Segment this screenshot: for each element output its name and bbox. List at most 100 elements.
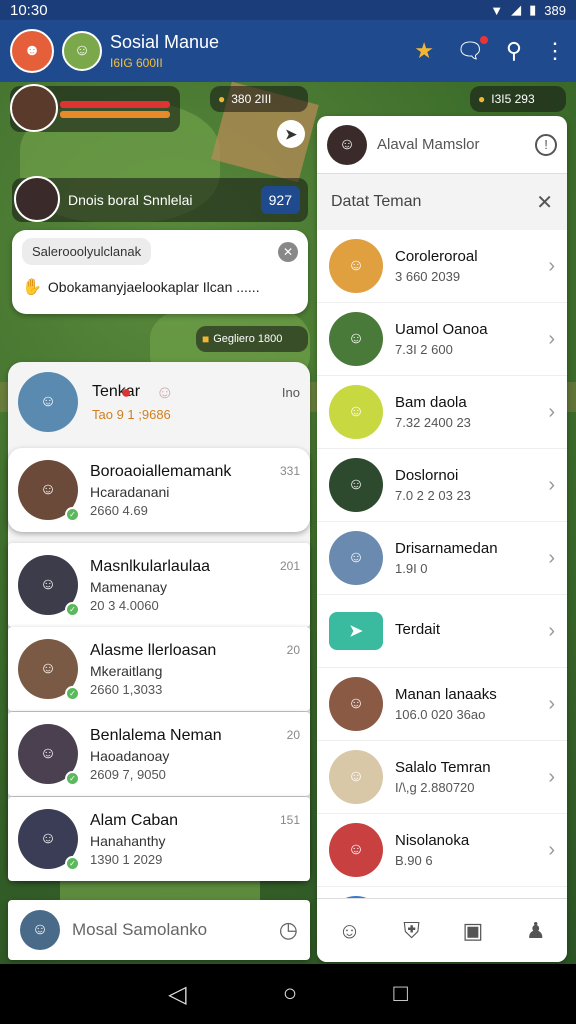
notification-dot bbox=[479, 36, 488, 44]
chat-user-avatar bbox=[14, 176, 60, 222]
friend-meta: 2609 7, 9050 bbox=[90, 766, 166, 782]
friend-avatar: ☺ bbox=[329, 312, 383, 366]
top-counter: ● 380 2III bbox=[210, 86, 308, 112]
friend-avatar: ☺ bbox=[329, 750, 383, 804]
friend-name: Benlalema Neman bbox=[90, 726, 222, 744]
friend-row[interactable]: ☺ Salalo Temran I/\,g 2.880720 › bbox=[317, 741, 567, 814]
friend-avatar: ☺ bbox=[329, 531, 383, 585]
friend-status: Haoadanoay bbox=[90, 747, 170, 764]
badge-icon: ■ bbox=[202, 332, 210, 346]
friend-name: Uamol Oanoa bbox=[395, 321, 488, 338]
chat-user-bar[interactable]: Dnois boral Snnlelai 927 bbox=[12, 176, 308, 222]
right-header[interactable]: ☺ Alaval Mamslor ! bbox=[317, 116, 567, 174]
emoji-icon: ☺ bbox=[155, 381, 175, 402]
friend-name: Drisarnamedan bbox=[395, 540, 498, 557]
friend-time: 151 bbox=[279, 813, 300, 827]
friend-row[interactable]: ☺ Manan lanaaks 106.0 020 36ao › bbox=[317, 668, 567, 741]
fire-icon: ● bbox=[120, 381, 132, 402]
chevron-right-icon: › bbox=[548, 692, 555, 715]
right-counter-value: I3I5 293 bbox=[491, 92, 535, 106]
status-time: 10:30 bbox=[10, 1, 48, 19]
top-counter-value: 380 2III bbox=[231, 92, 272, 106]
message-input[interactable]: Mosal Samolanko bbox=[72, 920, 207, 940]
shield-icon[interactable]: ⛨ bbox=[403, 918, 420, 944]
profile-icon[interactable]: ♟ bbox=[526, 918, 546, 944]
chevron-right-icon: › bbox=[548, 838, 555, 861]
self-avatar: ☺ bbox=[20, 910, 60, 950]
right-counter: ● I3I5 293 bbox=[470, 86, 566, 112]
compass-button[interactable]: ➤ bbox=[277, 120, 305, 148]
friend-list-panel: ☺ Alaval Mamslor ! Datat Teman ✕ ☺ Corole… bbox=[317, 116, 567, 962]
chevron-right-icon: › bbox=[548, 765, 555, 788]
back-icon[interactable]: ◁ bbox=[168, 980, 186, 1009]
app-subtitle: I6IG 600II bbox=[110, 56, 163, 70]
friend-row[interactable]: ☺ Drisarnamedan 1.9I 0 › bbox=[317, 522, 567, 595]
chevron-right-icon: › bbox=[548, 254, 555, 277]
system-nav-bar: ◁ ○ □ bbox=[0, 964, 576, 1024]
user-avatar[interactable]: ☺ bbox=[62, 31, 102, 71]
battery-icon: ▮ bbox=[529, 2, 537, 17]
game-badge[interactable]: ■ Gegliero 1800 bbox=[196, 326, 308, 352]
photo-icon[interactable]: ▣ bbox=[463, 918, 484, 944]
app-logo-avatar[interactable]: ☻ bbox=[10, 29, 54, 73]
friend-card[interactable]: ☺ ✓ Boroaoiallemamank Hcaradanani 2660 4.69 3… bbox=[8, 448, 310, 532]
friend-time: 20 bbox=[286, 643, 300, 657]
friend-time: 20 bbox=[286, 728, 300, 742]
friend-status: Hanahanthy bbox=[90, 832, 166, 849]
popup-input[interactable]: Salerooolyulclanak bbox=[22, 238, 152, 265]
home-circle-icon[interactable]: ○ bbox=[283, 980, 298, 1008]
friend-avatar: ☺ bbox=[329, 385, 383, 439]
friend-name: Manan lanaaks bbox=[395, 686, 497, 703]
friend-meta: 7.3I 2 600 bbox=[395, 342, 453, 357]
online-check-icon: ✓ bbox=[65, 507, 80, 522]
friend-avatar: ☺ bbox=[329, 458, 383, 512]
friend-name: Alasme llerloasan bbox=[90, 641, 217, 659]
chevron-right-icon: › bbox=[548, 473, 555, 496]
app-bar: ☻ ☺ Sosial Manue I6IG 600II ★ 🗨 ⚲ ⋮ bbox=[0, 20, 576, 82]
chevron-right-icon: › bbox=[548, 619, 555, 642]
chat-icon[interactable]: 🗨 bbox=[456, 36, 488, 64]
friend-row[interactable]: ☺ Doslornoi 7.0 2 2 03 23 › bbox=[317, 449, 567, 522]
player-avatar[interactable] bbox=[10, 84, 58, 132]
friend-card[interactable]: ☺ ✓ Benlalema Neman Haoadanoay 2609 7, 9050 2… bbox=[8, 712, 310, 796]
close-panel-icon[interactable]: ✕ bbox=[536, 190, 553, 215]
home-icon[interactable]: ☺ bbox=[338, 918, 360, 944]
online-check-icon: ✓ bbox=[65, 602, 80, 617]
gem-icon: ● bbox=[478, 92, 486, 106]
recents-icon[interactable]: □ bbox=[393, 980, 408, 1008]
status-bar: 10:30 ▼ ◢ ▮ 389 bbox=[0, 0, 576, 20]
left-list-header[interactable]: ☺ Tenkar Tao 9 1 ;9686 ● ☺ Ino bbox=[8, 362, 310, 442]
chat-user-name: Dnois boral Snnlelai bbox=[68, 192, 193, 208]
info-icon[interactable]: ! bbox=[535, 133, 557, 156]
star-icon[interactable]: ★ bbox=[414, 38, 434, 64]
friend-name: Masnlkularlaulaa bbox=[90, 557, 211, 575]
friend-name: Doslornoi bbox=[395, 467, 459, 484]
friend-card[interactable]: ☺ ✓ Alam Caban Hanahanthy 1390 1 2029 151 bbox=[8, 797, 310, 881]
friend-card[interactable]: ☺ ✓ Alasme llerloasan Mkeraitlang 2660 1,303… bbox=[8, 627, 310, 711]
right-title-bar: Datat Teman ✕ bbox=[317, 174, 567, 230]
wifi-icon: ▼ bbox=[490, 2, 504, 18]
friend-meta: 20 3 4.0060 bbox=[90, 597, 159, 613]
friend-row[interactable]: ☺ Coroleroroal 3 660 2039 › bbox=[317, 230, 567, 303]
chevron-right-icon: › bbox=[548, 400, 555, 423]
friend-row[interactable]: ➤ Terdait › bbox=[317, 595, 567, 668]
search-icon[interactable]: ⚲ bbox=[506, 38, 522, 64]
chat-popup: Salerooolyulclanak ✕ ✋ Obokamanyjaelooka… bbox=[12, 230, 308, 314]
friend-meta: 2660 4.69 bbox=[90, 502, 148, 518]
friend-meta: 7.32 2400 23 bbox=[395, 415, 471, 430]
friend-row[interactable]: ☺ Nisolanoka B.90 6 › bbox=[317, 814, 567, 887]
friend-name: Salalo Temran bbox=[395, 759, 491, 776]
friend-row[interactable]: ☺ Bam daola 7.32 2400 23 › bbox=[317, 376, 567, 449]
popup-message: Obokamanyjaelookaplar Ilcan ...... bbox=[47, 279, 260, 295]
more-icon[interactable]: ⋮ bbox=[544, 38, 566, 64]
chat-count: 927 bbox=[260, 186, 300, 214]
close-icon[interactable]: ✕ bbox=[278, 241, 298, 262]
clock-icon[interactable]: ◷ bbox=[279, 917, 298, 943]
player-hud bbox=[10, 84, 180, 132]
right-tab-bar: ☺ ⛨ ▣ ♟ bbox=[317, 898, 567, 962]
battery-level: 389 bbox=[544, 2, 566, 18]
friend-avatar: ☺ bbox=[329, 239, 383, 293]
friend-row[interactable]: ☺ Uamol Oanoa 7.3I 2 600 › bbox=[317, 303, 567, 376]
energy-bar bbox=[60, 110, 170, 118]
friend-card[interactable]: ☺ ✓ Masnlkularlaulaa Mamenanay 20 3 4.0060 20… bbox=[8, 543, 310, 627]
